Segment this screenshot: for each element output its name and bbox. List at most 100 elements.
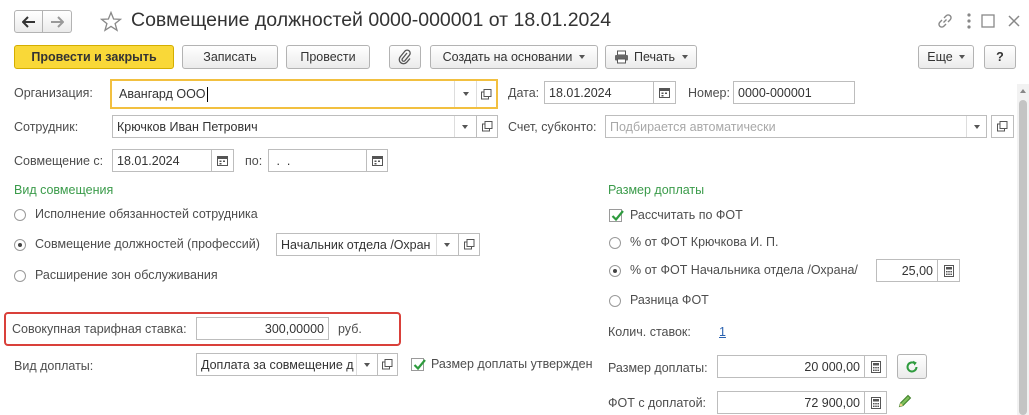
- print-button[interactable]: Печать: [605, 45, 697, 69]
- size-option-chief-fot[interactable]: % от ФОТ Начальника отдела /Охрана/: [630, 263, 858, 277]
- maximize-icon[interactable]: [980, 13, 996, 29]
- calendar-icon: [659, 88, 670, 98]
- more-vertical-icon[interactable]: [965, 12, 973, 30]
- count-label: Колич. ставок:: [608, 325, 691, 339]
- to-calendar-button[interactable]: [366, 149, 388, 172]
- create-based-on-button[interactable]: Создать на основании: [430, 45, 598, 69]
- number-field[interactable]: 0000-000001: [733, 81, 855, 104]
- kind-option-duties[interactable]: Исполнение обязанностей сотрудника: [35, 207, 258, 221]
- post-and-close-button[interactable]: Провести и закрыть: [14, 45, 174, 69]
- kind-radio-zones[interactable]: [14, 270, 26, 282]
- position-dropdown-button[interactable]: [436, 234, 457, 255]
- fot-value: 72 900,00: [804, 395, 860, 410]
- forward-button[interactable]: [43, 10, 72, 33]
- size-radio-own-fot[interactable]: [609, 237, 621, 249]
- calculator-icon: [870, 396, 881, 409]
- organization-field[interactable]: Авангард ООО: [110, 79, 498, 109]
- pencil-icon[interactable]: [897, 393, 913, 409]
- number-value: 0000-000001: [738, 85, 812, 100]
- open-form-icon: [463, 239, 474, 250]
- size-section-title: Размер доплаты: [608, 183, 705, 197]
- size-option-own-fot[interactable]: % от ФОТ Крючкова И. П.: [630, 235, 779, 249]
- more-button[interactable]: Еще: [918, 45, 974, 69]
- organization-value: Авангард ООО: [119, 87, 206, 101]
- date-label: Дата:: [508, 86, 540, 100]
- recalculate-button[interactable]: [897, 354, 927, 379]
- scrollbar-thumb[interactable]: [1019, 100, 1027, 415]
- approved-checkbox[interactable]: [411, 358, 426, 371]
- calendar-icon: [371, 156, 383, 166]
- size-radio-chief-fot[interactable]: [609, 265, 621, 277]
- dropdown-arrow-icon: [973, 124, 980, 129]
- open-form-icon: [481, 121, 492, 132]
- employee-field[interactable]: Крючков Иван Петрович: [112, 115, 498, 138]
- percent-value: 25,00: [901, 263, 933, 278]
- print-label: Печать: [634, 50, 675, 64]
- account-label: Счет, субконто:: [508, 120, 597, 134]
- to-label: по:: [245, 154, 263, 168]
- employee-open-button[interactable]: [476, 115, 498, 138]
- organization-label: Организация:: [14, 86, 93, 100]
- amount-value: 20 000,00: [804, 359, 860, 374]
- star-icon[interactable]: [100, 11, 122, 32]
- approved-label[interactable]: Размер доплаты утвержден: [431, 357, 593, 371]
- rate-field[interactable]: 300,00000: [196, 317, 329, 340]
- help-button[interactable]: ?: [984, 45, 1016, 69]
- back-button[interactable]: [14, 10, 43, 33]
- dropdown-arrow-icon: [444, 242, 450, 247]
- from-label: Совмещение с:: [14, 154, 104, 168]
- payment-kind-open-button[interactable]: [377, 353, 398, 376]
- employee-dropdown-button[interactable]: [454, 116, 475, 137]
- payment-kind-dropdown-button[interactable]: [356, 354, 376, 375]
- account-open-button[interactable]: [991, 115, 1014, 138]
- to-date-value: . .: [273, 153, 291, 168]
- organization-open-button[interactable]: [476, 81, 496, 107]
- rate-value: 300,00000: [264, 321, 324, 336]
- count-link[interactable]: 1: [719, 325, 726, 339]
- kind-radio-duties[interactable]: [14, 209, 26, 221]
- calendar-icon: [217, 156, 228, 166]
- text-cursor: [206, 86, 208, 102]
- account-field[interactable]: Подбирается автоматически: [605, 115, 987, 138]
- fot-calculator-button[interactable]: [864, 391, 887, 414]
- scrollbar-up-arrow[interactable]: [1020, 89, 1026, 93]
- arrow-left-icon: [21, 15, 35, 28]
- scrollbar[interactable]: [1017, 84, 1029, 415]
- from-date-value: 18.01.2024: [117, 153, 180, 168]
- calc-fot-checkbox[interactable]: [609, 209, 624, 222]
- fot-label: ФОТ с доплатой:: [608, 396, 707, 410]
- payment-kind-value: Доплата за совмещение д: [201, 357, 354, 372]
- post-button[interactable]: Провести: [286, 45, 370, 69]
- amount-field[interactable]: 20 000,00: [717, 355, 887, 378]
- kind-section-title: Вид совмещения: [14, 183, 114, 197]
- account-placeholder: Подбирается автоматически: [610, 119, 776, 134]
- save-button[interactable]: Записать: [182, 45, 278, 69]
- close-icon[interactable]: [1006, 13, 1022, 29]
- dropdown-arrow-icon: [958, 55, 965, 59]
- percent-calculator-button[interactable]: [937, 259, 960, 282]
- amount-label: Размер доплаты:: [608, 361, 708, 375]
- arrow-right-icon: [51, 15, 64, 28]
- position-open-button[interactable]: [458, 233, 480, 256]
- link-icon[interactable]: [936, 12, 954, 30]
- refresh-icon: [906, 360, 918, 372]
- open-form-icon: [481, 88, 492, 99]
- date-calendar-button[interactable]: [653, 81, 676, 104]
- printer-icon: [615, 50, 629, 64]
- date-value: 18.01.2024: [549, 85, 612, 100]
- size-radio-difference[interactable]: [609, 295, 621, 307]
- fot-field[interactable]: 72 900,00: [717, 391, 887, 414]
- organization-dropdown-button[interactable]: [454, 81, 476, 107]
- attach-button[interactable]: [389, 45, 421, 69]
- kind-option-zones[interactable]: Расширение зон обслуживания: [35, 268, 218, 282]
- kind-option-combination[interactable]: Совмещение должностей (профессий): [35, 237, 260, 251]
- calc-fot-label[interactable]: Рассчитать по ФОТ: [630, 208, 743, 222]
- from-calendar-button[interactable]: [211, 149, 234, 172]
- kind-radio-combination[interactable]: [14, 239, 26, 251]
- calculator-icon: [943, 264, 954, 277]
- account-dropdown-button[interactable]: [966, 116, 986, 137]
- employee-label: Сотрудник:: [14, 120, 79, 134]
- size-option-difference[interactable]: Разница ФОТ: [630, 293, 709, 307]
- amount-calculator-button[interactable]: [864, 355, 887, 378]
- page-title: Совмещение должностей 0000-000001 от 18.…: [131, 9, 612, 31]
